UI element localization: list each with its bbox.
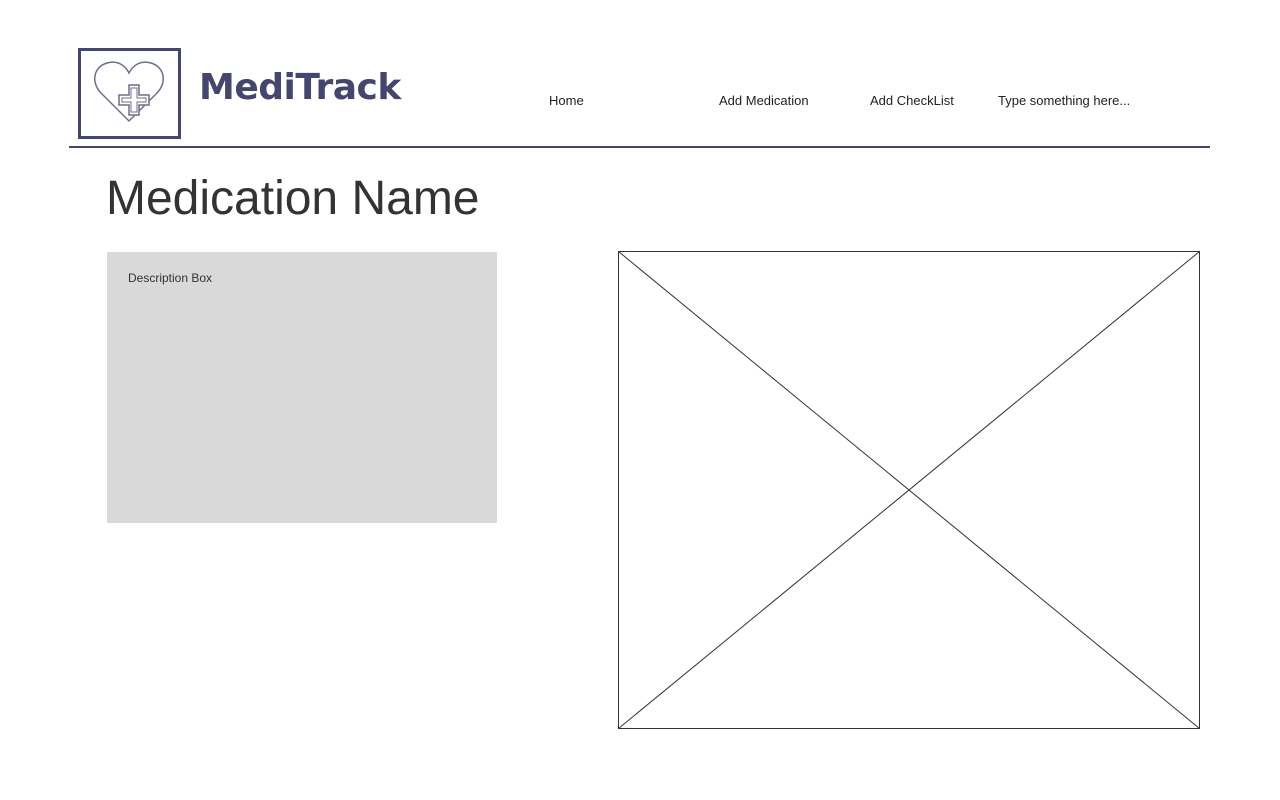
search-input[interactable] — [992, 88, 1194, 112]
description-box[interactable]: Description Box — [107, 252, 497, 523]
nav-add-checklist-link[interactable]: Add CheckList — [870, 94, 954, 107]
image-placeholder-icon — [618, 251, 1200, 729]
brand-name: MediTrack — [199, 67, 401, 108]
logo[interactable] — [78, 48, 181, 139]
nav-home-link[interactable]: Home — [549, 94, 584, 107]
description-label: Description Box — [128, 271, 213, 285]
header-divider — [69, 146, 1210, 148]
heart-plus-icon — [94, 61, 164, 123]
nav-add-medication-link[interactable]: Add Medication — [719, 94, 809, 107]
medication-page: MediTrack Home Add Medication Add CheckL… — [0, 0, 1280, 800]
page-title: Medication Name — [106, 172, 480, 225]
